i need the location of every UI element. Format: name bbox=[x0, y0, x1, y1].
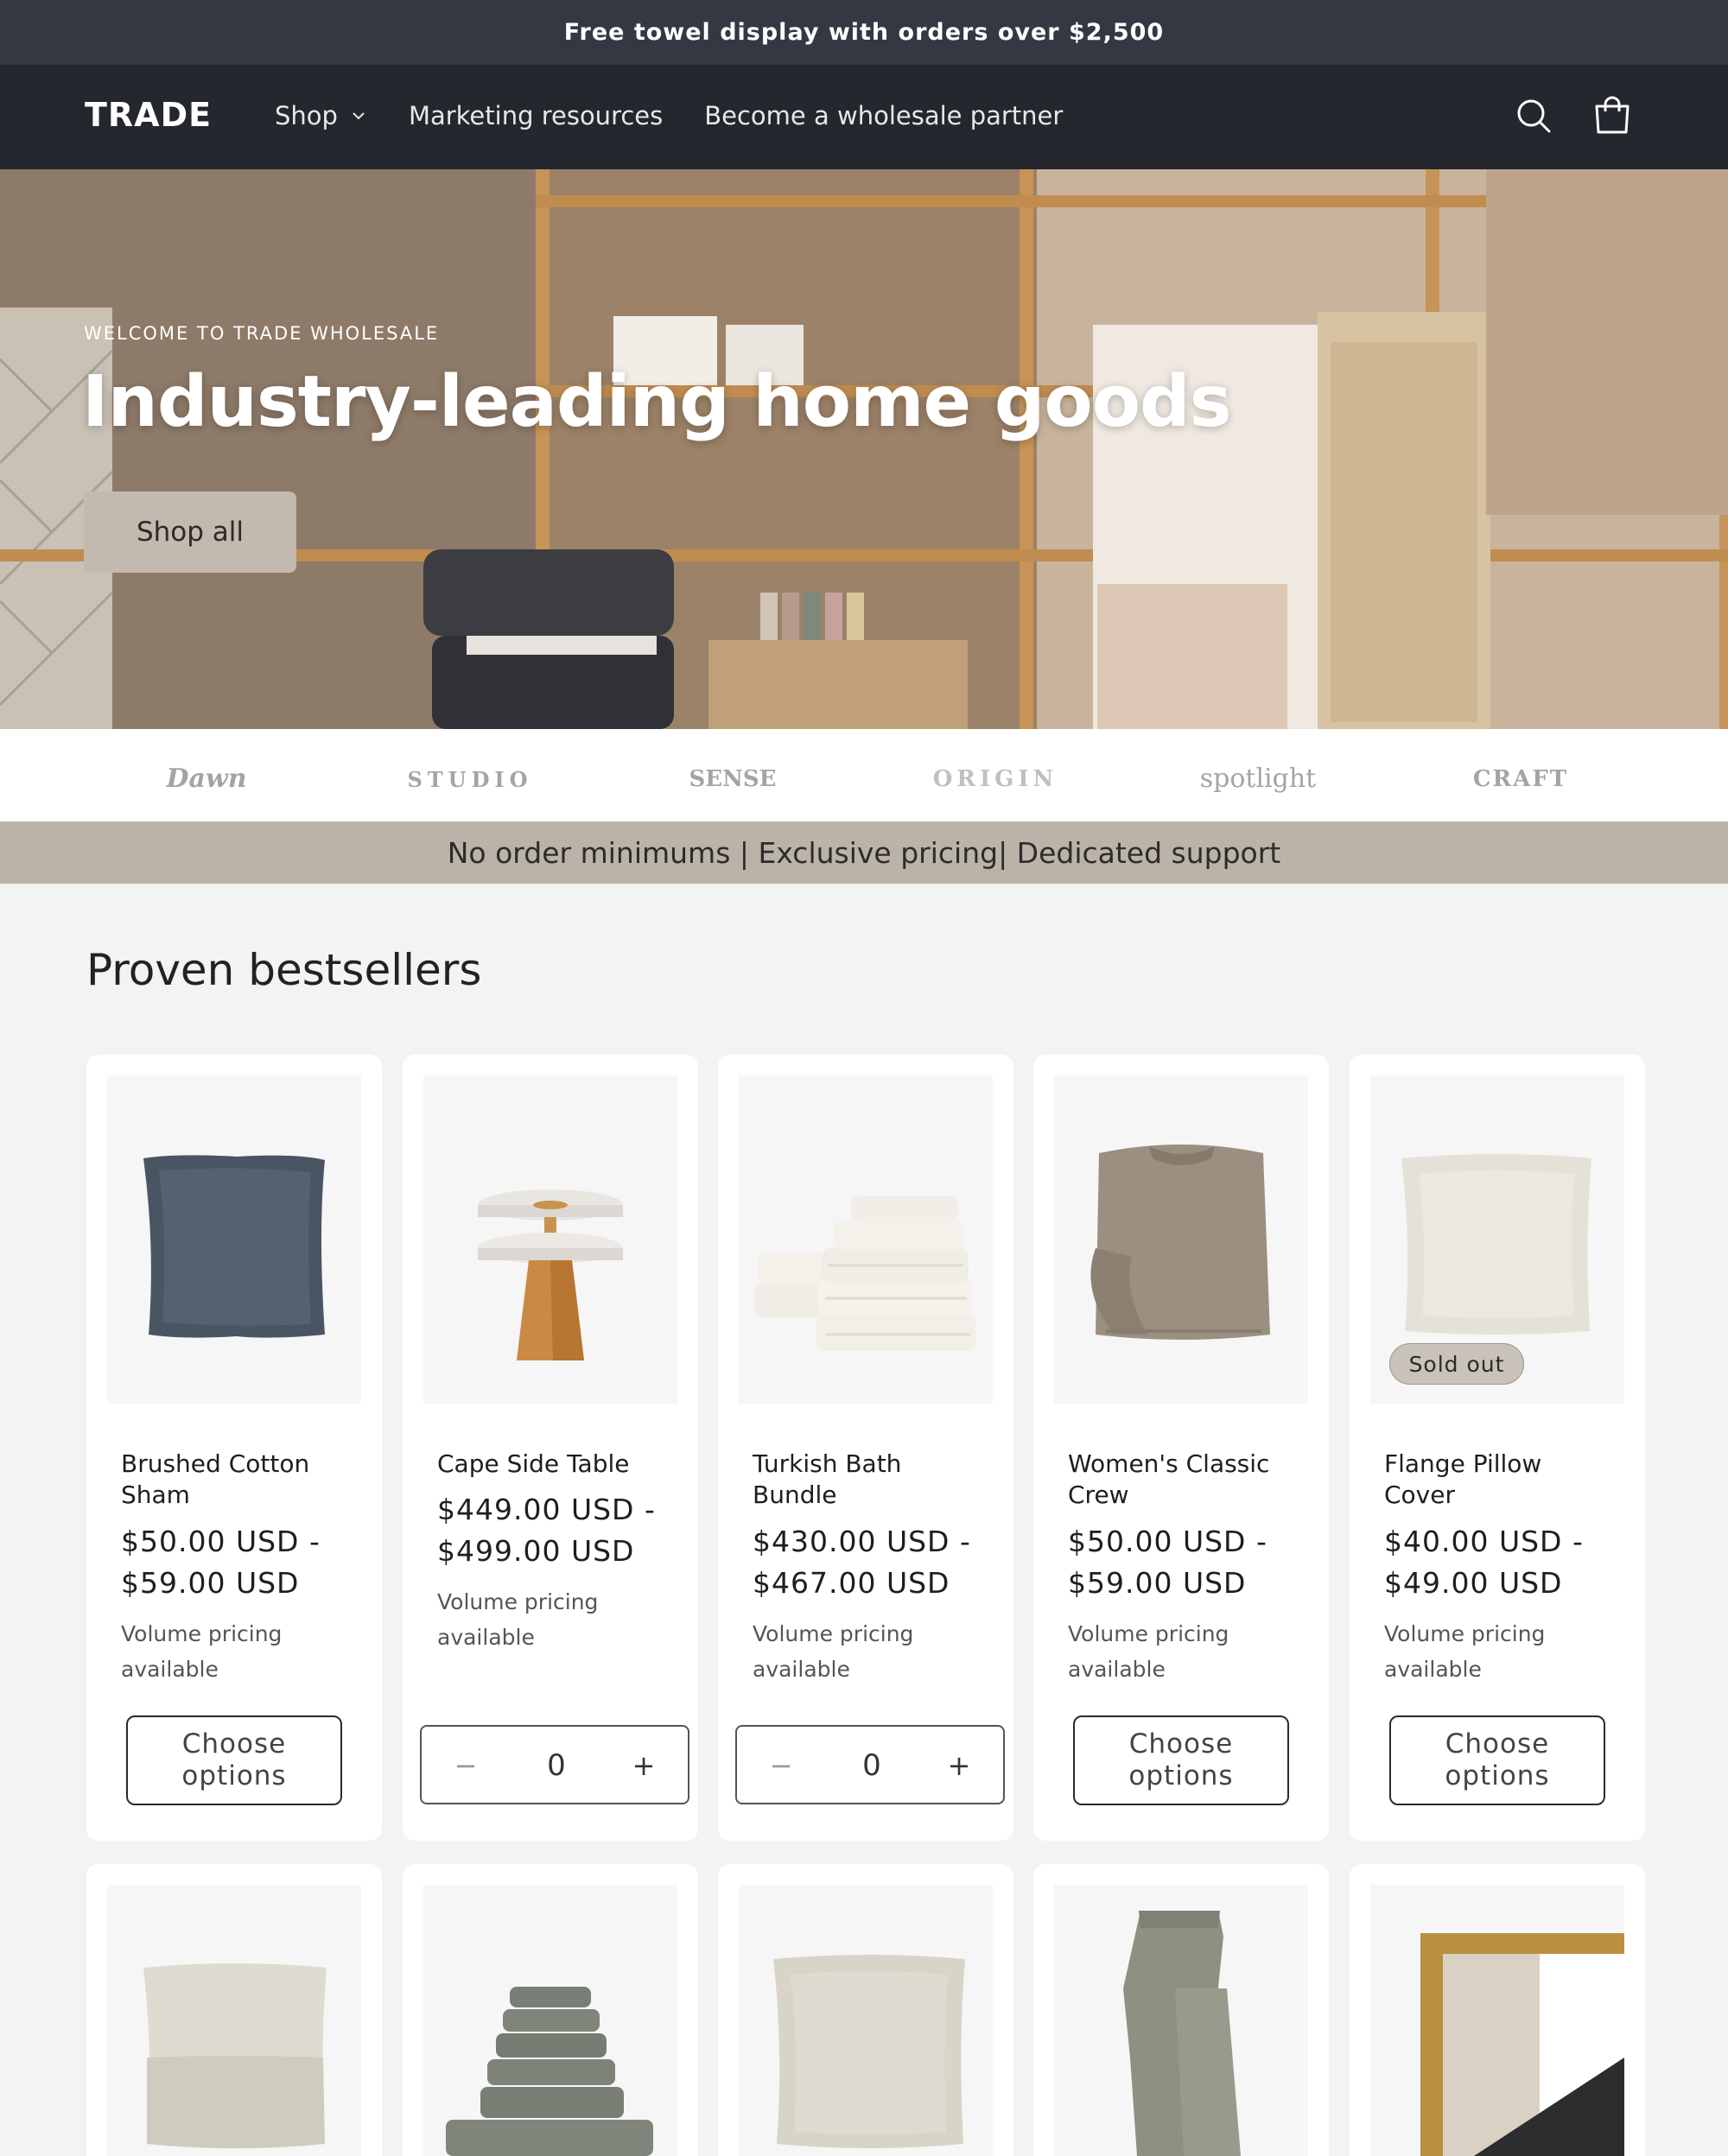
logo[interactable]: TRADE bbox=[85, 96, 212, 134]
brand-logo-spotlight: spotlight bbox=[1199, 764, 1317, 794]
product-image[interactable] bbox=[107, 1885, 361, 2156]
hero-banner: WELCOME TO TRADE WHOLESALE Industry-lead… bbox=[0, 169, 1728, 729]
product-card[interactable] bbox=[403, 1864, 698, 2156]
product-image[interactable] bbox=[1370, 1885, 1624, 2156]
nav-item-wholesale-partner[interactable]: Become a wholesale partner bbox=[704, 101, 1063, 130]
product-card[interactable] bbox=[1033, 1864, 1329, 2156]
product-name[interactable]: Women's Classic Crew bbox=[1068, 1449, 1301, 1511]
product-name[interactable]: Brushed Cotton Sham bbox=[121, 1449, 354, 1511]
shop-all-button[interactable]: Shop all bbox=[84, 491, 296, 573]
price-from: $449.00 USD - bbox=[437, 1493, 656, 1526]
price-to: $59.00 USD bbox=[1068, 1566, 1247, 1600]
brand-logo-origin: ORIGIN bbox=[932, 766, 1058, 792]
price-to: $49.00 USD bbox=[1384, 1566, 1563, 1600]
main-nav: Shop Marketing resources Become a wholes… bbox=[275, 101, 1104, 130]
quantity-stepper[interactable]: − 0 + bbox=[735, 1725, 1005, 1804]
product-price: $430.00 USD - $467.00 USD bbox=[753, 1521, 994, 1604]
hero-image bbox=[0, 169, 1728, 729]
choose-options-button[interactable]: Choose options bbox=[1073, 1715, 1289, 1805]
product-image[interactable] bbox=[107, 1075, 361, 1404]
product-price: $50.00 USD - $59.00 USD bbox=[1068, 1521, 1310, 1604]
product-price: $449.00 USD - $499.00 USD bbox=[437, 1489, 679, 1572]
brand-logo-craft: CRAFT bbox=[1472, 766, 1569, 792]
product-card[interactable] bbox=[86, 1864, 382, 2156]
product-image[interactable] bbox=[423, 1075, 677, 1404]
product-price: $50.00 USD - $59.00 USD bbox=[121, 1521, 363, 1604]
volume-pricing-note: Volume pricing available bbox=[1068, 1621, 1229, 1682]
choose-options-button[interactable]: Choose options bbox=[126, 1715, 342, 1805]
product-image[interactable] bbox=[1054, 1075, 1308, 1404]
sold-out-badge: Sold out bbox=[1389, 1343, 1524, 1385]
nav-item-shop[interactable]: Shop bbox=[275, 101, 367, 130]
product-card[interactable]: Women's Classic Crew $50.00 USD - $59.00… bbox=[1033, 1055, 1329, 1841]
price-to: $59.00 USD bbox=[121, 1566, 300, 1600]
price-from: $430.00 USD - bbox=[753, 1525, 971, 1558]
product-card[interactable] bbox=[718, 1864, 1013, 2156]
quantity-value[interactable]: 0 bbox=[823, 1746, 920, 1785]
quantity-value[interactable]: 0 bbox=[508, 1746, 605, 1785]
nav-shop-label: Shop bbox=[275, 101, 338, 130]
decrease-quantity-button[interactable]: − bbox=[761, 1746, 801, 1785]
product-price: $40.00 USD - $49.00 USD bbox=[1384, 1521, 1626, 1604]
price-from: $40.00 USD - bbox=[1384, 1525, 1584, 1558]
product-image[interactable]: Sold out bbox=[1370, 1075, 1624, 1404]
brand-logo-sense: SENSE bbox=[689, 766, 777, 792]
product-card[interactable]: Turkish Bath Bundle $430.00 USD - $467.0… bbox=[718, 1055, 1013, 1841]
product-card[interactable]: Cape Side Table $449.00 USD - $499.00 US… bbox=[403, 1055, 698, 1841]
product-image[interactable] bbox=[739, 1885, 993, 2156]
product-card[interactable]: Brushed Cotton Sham $50.00 USD - $59.00 … bbox=[86, 1055, 382, 1841]
hero-eyebrow: WELCOME TO TRADE WHOLESALE bbox=[84, 323, 440, 344]
product-card[interactable]: Sold out Flange Pillow Cover $40.00 USD … bbox=[1350, 1055, 1645, 1841]
quantity-stepper[interactable]: − 0 + bbox=[420, 1725, 689, 1804]
price-from: $50.00 USD - bbox=[1068, 1525, 1267, 1558]
choose-options-button[interactable]: Choose options bbox=[1389, 1715, 1605, 1805]
decrease-quantity-button[interactable]: − bbox=[446, 1746, 486, 1785]
section-title: Proven bestsellers bbox=[86, 945, 482, 995]
usp-bar: No order minimums | Exclusive pricing| D… bbox=[0, 821, 1728, 884]
announcement-bar: Free towel display with orders over $2,5… bbox=[0, 0, 1728, 65]
cart-icon[interactable] bbox=[1588, 92, 1636, 141]
product-name[interactable]: Cape Side Table bbox=[437, 1449, 670, 1480]
hero-title: Industry-leading home goods bbox=[82, 361, 1232, 443]
volume-pricing-note: Volume pricing available bbox=[1384, 1621, 1546, 1682]
volume-pricing-note: Volume pricing available bbox=[437, 1589, 599, 1650]
product-card[interactable] bbox=[1350, 1864, 1645, 2156]
product-image[interactable] bbox=[423, 1885, 677, 2156]
product-name[interactable]: Turkish Bath Bundle bbox=[753, 1449, 986, 1511]
usp-text: No order minimums | Exclusive pricing| D… bbox=[447, 835, 1281, 870]
price-to: $467.00 USD bbox=[753, 1566, 950, 1600]
brand-logo-studio: STUDIO bbox=[407, 767, 533, 792]
nav-item-marketing-resources[interactable]: Marketing resources bbox=[409, 101, 663, 130]
announcement-text: Free towel display with orders over $2,5… bbox=[563, 19, 1165, 46]
volume-pricing-note: Volume pricing available bbox=[121, 1621, 283, 1682]
brand-logo-dawn: Dawn bbox=[166, 764, 247, 794]
search-icon[interactable] bbox=[1510, 92, 1559, 141]
volume-pricing-note: Volume pricing available bbox=[753, 1621, 914, 1682]
site-header: TRADE Shop Marketing resources Become a … bbox=[0, 65, 1728, 169]
increase-quantity-button[interactable]: + bbox=[624, 1746, 664, 1785]
increase-quantity-button[interactable]: + bbox=[939, 1746, 979, 1785]
price-to: $499.00 USD bbox=[437, 1534, 635, 1568]
product-image[interactable] bbox=[739, 1075, 993, 1404]
product-name[interactable]: Flange Pillow Cover bbox=[1384, 1449, 1617, 1511]
price-from: $50.00 USD - bbox=[121, 1525, 321, 1558]
brand-logo-strip: Dawn STUDIO SENSE ORIGIN spotlight CRAFT bbox=[0, 729, 1728, 821]
product-image[interactable] bbox=[1054, 1885, 1308, 2156]
chevron-down-icon bbox=[353, 112, 365, 120]
